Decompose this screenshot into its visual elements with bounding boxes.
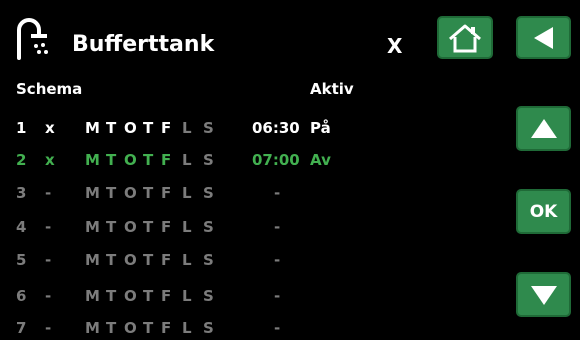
row-time: - <box>274 184 281 202</box>
day-monday: M <box>85 251 100 269</box>
day-friday: F <box>161 119 172 137</box>
day-friday: F <box>161 184 172 202</box>
day-saturday: L <box>182 319 192 337</box>
schedule-row-1[interactable]: 1 x M T O T F L S 06:30 På <box>0 116 500 140</box>
day-saturday: L <box>182 287 192 305</box>
schedule-row-5[interactable]: 5 - M T O T F L S - <box>0 248 500 272</box>
arrow-left-icon <box>533 26 553 49</box>
row-time: - <box>274 251 281 269</box>
day-saturday: L <box>182 218 192 236</box>
day-sunday: S <box>203 319 214 337</box>
day-sunday: S <box>203 251 214 269</box>
day-wednesday: O <box>124 151 137 169</box>
row-enabled-mark: - <box>45 184 52 202</box>
row-number: 1 <box>16 119 27 137</box>
row-enabled-mark: x <box>45 151 55 169</box>
day-tuesday: T <box>106 287 117 305</box>
day-wednesday: O <box>124 184 137 202</box>
row-enabled-mark: - <box>45 319 52 337</box>
ok-button[interactable]: OK <box>516 189 571 234</box>
row-enabled-mark: - <box>45 251 52 269</box>
day-sunday: S <box>203 218 214 236</box>
day-thursday: T <box>143 151 154 169</box>
day-thursday: T <box>143 218 154 236</box>
day-saturday: L <box>182 151 192 169</box>
row-enabled-mark: x <box>45 119 55 137</box>
row-number: 5 <box>16 251 27 269</box>
day-thursday: T <box>143 184 154 202</box>
scroll-up-button[interactable] <box>516 106 571 151</box>
close-button[interactable]: X <box>387 34 402 58</box>
row-enabled-mark: - <box>45 218 52 236</box>
day-thursday: T <box>143 251 154 269</box>
day-tuesday: T <box>106 251 117 269</box>
row-number: 2 <box>16 151 27 169</box>
day-thursday: T <box>143 119 154 137</box>
row-number: 3 <box>16 184 27 202</box>
day-saturday: L <box>182 119 192 137</box>
day-saturday: L <box>182 251 192 269</box>
row-time: - <box>274 287 281 305</box>
screen: Bufferttank X Schema Aktiv 1 x M T O T F… <box>0 0 580 337</box>
arrow-up-icon <box>530 118 557 138</box>
row-number: 7 <box>16 319 27 337</box>
day-friday: F <box>161 251 172 269</box>
schedule-heading: Schema <box>16 80 83 98</box>
arrow-down-icon <box>530 285 557 305</box>
day-monday: M <box>85 184 100 202</box>
day-saturday: L <box>182 184 192 202</box>
home-icon <box>449 24 481 52</box>
day-tuesday: T <box>106 218 117 236</box>
row-time: 06:30 <box>252 119 300 137</box>
scroll-down-button[interactable] <box>516 272 571 317</box>
day-sunday: S <box>203 151 214 169</box>
day-monday: M <box>85 319 100 337</box>
row-status: På <box>310 119 331 137</box>
day-friday: F <box>161 218 172 236</box>
row-time: - <box>274 218 281 236</box>
schedule-row-6[interactable]: 6 - M T O T F L S - <box>0 284 500 308</box>
day-friday: F <box>161 151 172 169</box>
day-tuesday: T <box>106 119 117 137</box>
row-number: 6 <box>16 287 27 305</box>
day-thursday: T <box>143 287 154 305</box>
day-wednesday: O <box>124 119 137 137</box>
day-wednesday: O <box>124 218 137 236</box>
back-button[interactable] <box>516 16 571 59</box>
row-enabled-mark: - <box>45 287 52 305</box>
day-sunday: S <box>203 119 214 137</box>
day-monday: M <box>85 151 100 169</box>
page-title: Bufferttank <box>72 32 215 57</box>
row-time: 07:00 <box>252 151 300 169</box>
water-tap-icon <box>14 16 58 60</box>
home-button[interactable] <box>437 16 493 59</box>
day-wednesday: O <box>124 251 137 269</box>
row-number: 4 <box>16 218 27 236</box>
day-monday: M <box>85 287 100 305</box>
day-sunday: S <box>203 184 214 202</box>
row-status: Av <box>310 151 331 169</box>
day-thursday: T <box>143 319 154 337</box>
day-monday: M <box>85 218 100 236</box>
schedule-row-7[interactable]: 7 - M T O T F L S - <box>0 316 500 340</box>
day-wednesday: O <box>124 287 137 305</box>
day-sunday: S <box>203 287 214 305</box>
day-tuesday: T <box>106 184 117 202</box>
day-friday: F <box>161 287 172 305</box>
schedule-row-3[interactable]: 3 - M T O T F L S - <box>0 181 500 205</box>
day-tuesday: T <box>106 319 117 337</box>
row-time: - <box>274 319 281 337</box>
day-friday: F <box>161 319 172 337</box>
day-wednesday: O <box>124 319 137 337</box>
schedule-row-4[interactable]: 4 - M T O T F L S - <box>0 215 500 239</box>
day-tuesday: T <box>106 151 117 169</box>
active-heading: Aktiv <box>310 80 354 98</box>
schedule-row-2[interactable]: 2 x M T O T F L S 07:00 Av <box>0 148 500 172</box>
day-monday: M <box>85 119 100 137</box>
